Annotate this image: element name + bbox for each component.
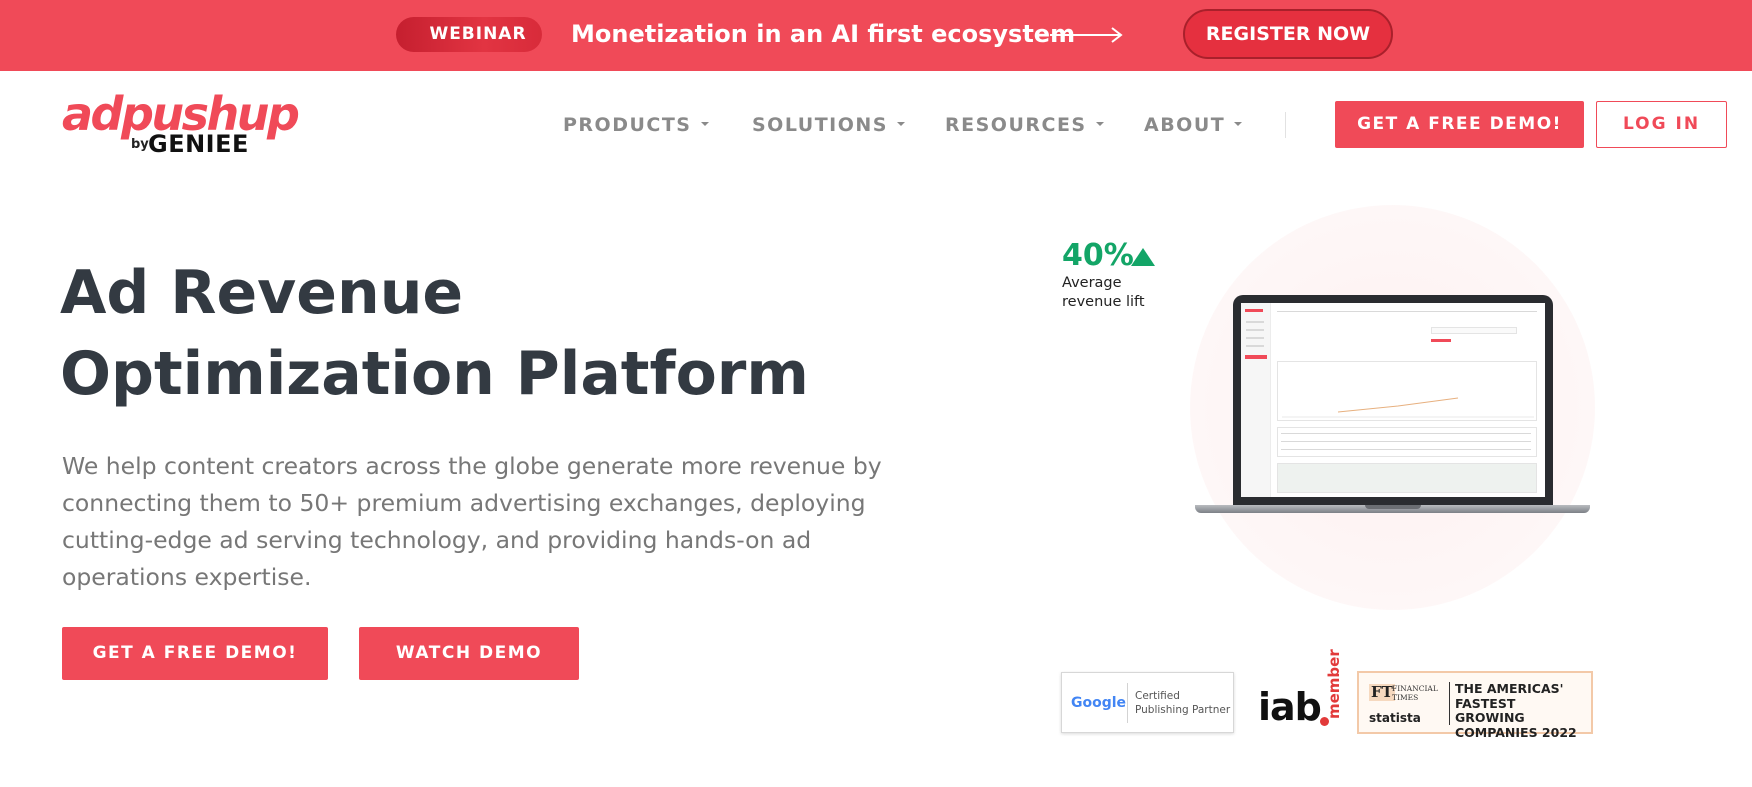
dashboard-menu-line	[1246, 337, 1264, 339]
iab-dot	[1320, 717, 1329, 726]
dashboard-table-row	[1281, 441, 1531, 442]
badge-divider	[1449, 682, 1450, 725]
dashboard-chart	[1277, 361, 1537, 421]
dashboard-menu-line	[1246, 321, 1264, 323]
iab-member-badge: iab member	[1256, 649, 1343, 737]
dashboard-logo	[1245, 309, 1263, 312]
ft-logo: FT	[1369, 683, 1395, 701]
arrow-right-icon	[1050, 27, 1123, 43]
iab-wordmark: iab	[1258, 685, 1322, 729]
google-wordmark: Google	[1071, 695, 1127, 711]
login-button[interactable]: LOG IN	[1596, 101, 1727, 148]
caret-down-icon	[896, 121, 905, 126]
get-free-demo-button[interactable]: GET A FREE DEMO!	[1335, 101, 1584, 148]
dashboard-footer-panel	[1277, 463, 1537, 493]
dashboard-sidebar	[1241, 303, 1271, 497]
dashboard-menu-line	[1246, 345, 1264, 347]
nav-item-resources[interactable]: RESOURCES	[945, 112, 1104, 138]
dashboard-topline	[1277, 311, 1537, 312]
ft-award-text: THE AMERICAS' FASTEST GROWING COMPANIES …	[1455, 681, 1577, 740]
hero-get-free-demo-button[interactable]: GET A FREE DEMO!	[62, 627, 328, 680]
google-partner-badge: Google Certified Publishing Partner	[1061, 672, 1234, 733]
dashboard-select	[1431, 327, 1517, 334]
caret-down-icon	[700, 121, 709, 126]
ft-fastest-growing-badge: FT FINANCIAL TIMES statista THE AMERICAS…	[1357, 671, 1593, 739]
logo-geniee: GENIEE	[148, 130, 249, 158]
nav-item-about[interactable]: ABOUT	[1144, 112, 1243, 138]
caret-down-icon	[1095, 121, 1104, 126]
dashboard-table	[1277, 427, 1537, 457]
nav-item-solutions[interactable]: SOLUTIONS	[752, 112, 905, 138]
hero-title: Ad Revenue Optimization Platform	[60, 253, 820, 415]
triangle-up-icon	[1131, 248, 1155, 266]
laptop-image	[1195, 295, 1590, 520]
announcement-headline[interactable]: Monetization in an AI first ecosystem	[571, 16, 1075, 52]
watch-demo-button[interactable]: WATCH DEMO	[359, 627, 579, 680]
dashboard-menu-line	[1246, 329, 1264, 331]
register-now-button[interactable]: REGISTER NOW	[1183, 9, 1393, 59]
dashboard-table-row	[1281, 449, 1531, 450]
nav-item-label: RESOURCES	[945, 114, 1087, 136]
badge-divider	[1127, 683, 1128, 723]
statista-logo: statista	[1369, 711, 1421, 725]
hero-title-line1: Ad Revenue	[60, 258, 464, 328]
hero-description: We help content creators across the glob…	[62, 452, 882, 591]
nav-item-label: PRODUCTS	[563, 114, 692, 136]
nav-item-products[interactable]: PRODUCTS	[563, 112, 709, 138]
nav-divider	[1285, 112, 1286, 138]
laptop-lid	[1233, 295, 1553, 505]
nav-item-label: SOLUTIONS	[752, 114, 888, 136]
dashboard-table-row	[1281, 433, 1531, 434]
stat-label: Average revenue lift	[1062, 275, 1145, 310]
webinar-badge: WEBINAR	[396, 17, 542, 52]
logo-by: by	[131, 137, 149, 152]
dashboard-button	[1431, 339, 1451, 342]
announcement-bar: WEBINAR Monetization in an AI first ecos…	[0, 0, 1752, 71]
dashboard-menu-active	[1245, 355, 1267, 359]
ft-name: FINANCIAL TIMES	[1392, 684, 1438, 702]
dashboard-screenshot	[1241, 303, 1545, 497]
google-cert-label: Certified Publishing Partner	[1135, 690, 1231, 716]
laptop-notch	[1365, 505, 1421, 509]
stat-value: 40%	[1062, 238, 1134, 273]
nav-item-label: ABOUT	[1144, 114, 1226, 136]
adpushup-logo[interactable]: adpushup by GENIEE	[62, 86, 302, 166]
iab-member-label: member	[1325, 649, 1343, 719]
dashboard-chart-line	[1282, 397, 1534, 418]
caret-down-icon	[1234, 121, 1243, 126]
hero-title-line2: Optimization Platform	[60, 339, 809, 409]
